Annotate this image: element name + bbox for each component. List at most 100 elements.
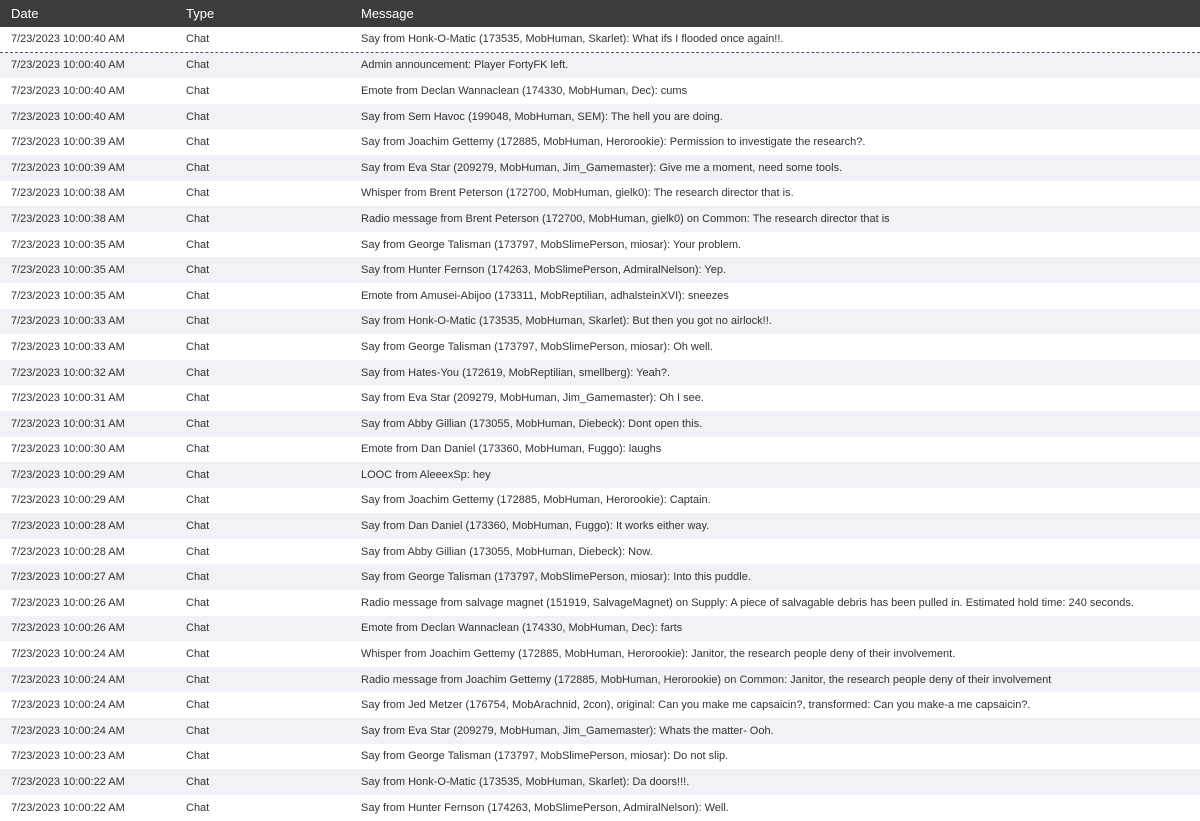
message-text: Say from Hates-You (172619, MobReptilian… <box>361 366 670 379</box>
cell-type: Chat <box>186 33 210 46</box>
message-text: Say from Joachim Gettemy (172885, MobHum… <box>361 494 711 507</box>
cell-type: Chat <box>186 801 210 814</box>
table-row[interactable]: 7/23/2023 10:00:22 AM Chat Say from Hunter… <box>0 794 1200 821</box>
cell-type: Chat <box>186 417 210 430</box>
table-row[interactable]: 7/23/2023 10:00:39 AM Chat Say from Eva St… <box>0 154 1200 181</box>
message-text: Radio message from Brent Peterson (17270… <box>361 212 890 225</box>
cell-type: Chat <box>186 596 210 609</box>
cell-message: Say from Dan Daniel (173360, MobHuman, F… <box>350 520 1200 532</box>
table-row[interactable]: 7/23/2023 10:00:24 AM Chat Whisper from Jo… <box>0 641 1200 667</box>
table-row[interactable]: 7/23/2023 10:00:23 AM Chat Say from George… <box>0 743 1200 770</box>
table-header: Date Type Message <box>0 0 1200 27</box>
table-row[interactable]: 7/23/2023 10:00:31 AM Chat Say from Eva St… <box>0 385 1200 411</box>
cell-type: Chat <box>186 392 210 405</box>
message-text: LOOC from AleeexSp: hey <box>361 468 491 481</box>
cell-type: Chat <box>186 443 210 456</box>
column-header-type[interactable]: Type <box>175 6 350 21</box>
cell-date: 7/23/2023 10:00:40 AM <box>11 33 125 46</box>
cell-date: 7/23/2023 10:00:38 AM <box>11 187 125 200</box>
message-text: Emote from Dan Daniel (173360, MobHuman,… <box>361 443 662 456</box>
table-row[interactable]: 7/23/2023 10:00:28 AM Chat Say from Dan Da… <box>0 513 1200 539</box>
column-header-date[interactable]: Date <box>0 6 175 21</box>
cell-type: Chat <box>186 315 210 328</box>
cell-type: Chat <box>186 468 210 481</box>
table-row[interactable]: 7/23/2023 10:00:40 AM Chat Say from Honk-O… <box>0 27 1200 53</box>
cell-date: 7/23/2023 10:00:28 AM <box>11 545 125 558</box>
cell-type: Chat <box>186 238 210 251</box>
cell-message: Say from Eva Star (209279, MobHuman, Jim… <box>350 162 1200 174</box>
table-row[interactable]: 7/23/2023 10:00:33 AM Chat Say from George… <box>0 334 1200 360</box>
table-row[interactable]: 7/23/2023 10:00:40 AM Chat Admin announcem… <box>0 52 1200 79</box>
cell-type: Chat <box>186 750 210 763</box>
cell-message: LOOC from AleeexSp: hey <box>350 469 1200 481</box>
cell-date: 7/23/2023 10:00:40 AM <box>11 110 125 123</box>
cell-date: 7/23/2023 10:00:26 AM <box>11 596 125 609</box>
cell-message: Radio message from Brent Peterson (17270… <box>350 213 1200 225</box>
table-row[interactable]: 7/23/2023 10:00:32 AM Chat Say from Hates-… <box>0 359 1200 386</box>
table-row[interactable]: 7/23/2023 10:00:30 AM Chat Emote from Dan … <box>0 436 1200 463</box>
cell-type: Chat <box>186 84 210 97</box>
cell-type: Chat <box>186 110 210 123</box>
message-text: Emote from Declan Wannaclean (174330, Mo… <box>361 85 687 97</box>
column-header-message[interactable]: Message <box>350 6 1200 21</box>
message-text: Say from Jed Metzer (176754, MobArachnid… <box>361 699 1031 712</box>
cell-message: Radio message from Joachim Gettemy (1728… <box>350 674 1200 686</box>
message-text: Whisper from Joachim Gettemy (172885, Mo… <box>361 648 956 661</box>
cell-date: 7/23/2023 10:00:40 AM <box>11 84 125 97</box>
cell-date: 7/23/2023 10:00:38 AM <box>11 212 125 225</box>
cell-message: Say from Abby Gillian (173055, MobHuman,… <box>350 418 1200 430</box>
message-text: Say from Joachim Gettemy (172885, MobHum… <box>361 136 866 149</box>
table-row[interactable]: 7/23/2023 10:00:35 AM Chat Say from Hunter… <box>0 257 1200 283</box>
cell-message: Say from George Talisman (173797, MobSli… <box>350 341 1200 353</box>
table-row[interactable]: 7/23/2023 10:00:38 AM Chat Radio message f… <box>0 206 1200 232</box>
message-text: Say from Abby Gillian (173055, MobHuman,… <box>361 417 703 430</box>
message-text: Whisper from Brent Peterson (172700, Mob… <box>361 187 794 200</box>
table-row[interactable]: 7/23/2023 10:00:39 AM Chat Say from Joachi… <box>0 129 1200 155</box>
cell-message: Say from George Talisman (173797, MobSli… <box>350 750 1200 762</box>
cell-date: 7/23/2023 10:00:39 AM <box>11 161 125 174</box>
cell-date: 7/23/2023 10:00:23 AM <box>11 750 125 763</box>
cell-type: Chat <box>186 289 210 302</box>
message-text: Emote from Declan Wannaclean (174330, Mo… <box>361 622 682 634</box>
cell-message: Emote from Declan Wannaclean (174330, Mo… <box>350 622 1200 634</box>
table-row[interactable]: 7/23/2023 10:00:31 AM Chat Say from Abby G… <box>0 410 1200 437</box>
chat-log-table: Date Type Message 7/23/2023 10:00:40 AM C… <box>0 0 1200 821</box>
cell-type: Chat <box>186 673 210 686</box>
table-row[interactable]: 7/23/2023 10:00:40 AM Chat Emote from Decl… <box>0 78 1200 104</box>
cell-type: Chat <box>186 494 210 507</box>
table-row[interactable]: 7/23/2023 10:00:35 AM Chat Say from George… <box>0 231 1200 258</box>
table-row[interactable]: 7/23/2023 10:00:38 AM Chat Whisper from Br… <box>0 180 1200 207</box>
cell-type: Chat <box>186 161 210 174</box>
message-text: Say from George Talisman (173797, MobSli… <box>361 571 751 584</box>
cell-message: Say from Hunter Fernson (174263, MobSlim… <box>350 802 1200 814</box>
message-text: Radio message from Joachim Gettemy (1728… <box>361 673 1052 686</box>
cell-type: Chat <box>186 699 210 712</box>
cell-message: Say from Honk-O-Matic (173535, MobHuman,… <box>350 776 1200 788</box>
table-row[interactable]: 7/23/2023 10:00:29 AM Chat LOOC from Aleee… <box>0 462 1200 488</box>
cell-type: Chat <box>186 136 210 149</box>
table-row[interactable]: 7/23/2023 10:00:24 AM Chat Say from Jed Me… <box>0 692 1200 719</box>
table-row[interactable]: 7/23/2023 10:00:26 AM Chat Radio message f… <box>0 590 1200 616</box>
table-row[interactable]: 7/23/2023 10:00:28 AM Chat Say from Abby G… <box>0 538 1200 565</box>
table-row[interactable]: 7/23/2023 10:00:24 AM Chat Radio message f… <box>0 666 1200 693</box>
cell-type: Chat <box>186 187 210 200</box>
message-text: Emote from Amusei-Abijoo (173311, MobRep… <box>361 289 729 302</box>
cell-message: Whisper from Brent Peterson (172700, Mob… <box>350 187 1200 199</box>
table-row[interactable]: 7/23/2023 10:00:40 AM Chat Say from Sem Ha… <box>0 103 1200 130</box>
table-row[interactable]: 7/23/2023 10:00:33 AM Chat Say from Honk-O… <box>0 308 1200 335</box>
message-text: Say from Hunter Fernson (174263, MobSlim… <box>361 264 727 277</box>
table-row[interactable]: 7/23/2023 10:00:29 AM Chat Say from Joachi… <box>0 487 1200 514</box>
cell-message: Say from Hunter Fernson (174263, MobSlim… <box>350 264 1200 276</box>
cell-date: 7/23/2023 10:00:30 AM <box>11 443 125 456</box>
cell-type: Chat <box>186 59 210 72</box>
cell-message: Emote from Amusei-Abijoo (173311, MobRep… <box>350 290 1200 302</box>
table-row[interactable]: 7/23/2023 10:00:22 AM Chat Say from Honk-O… <box>0 769 1200 795</box>
table-row[interactable]: 7/23/2023 10:00:35 AM Chat Emote from Amus… <box>0 282 1200 309</box>
cell-date: 7/23/2023 10:00:35 AM <box>11 238 125 251</box>
message-text: Say from Honk-O-Matic (173535, MobHuman,… <box>361 776 690 789</box>
table-row[interactable]: 7/23/2023 10:00:26 AM Chat Emote from Decl… <box>0 615 1200 642</box>
message-text: Say from Hunter Fernson (174263, MobSlim… <box>361 801 729 814</box>
table-row[interactable]: 7/23/2023 10:00:24 AM Chat Say from Eva St… <box>0 718 1200 744</box>
table-row[interactable]: 7/23/2023 10:00:27 AM Chat Say from George… <box>0 564 1200 591</box>
cell-message: Say from Joachim Gettemy (172885, MobHum… <box>350 494 1200 506</box>
